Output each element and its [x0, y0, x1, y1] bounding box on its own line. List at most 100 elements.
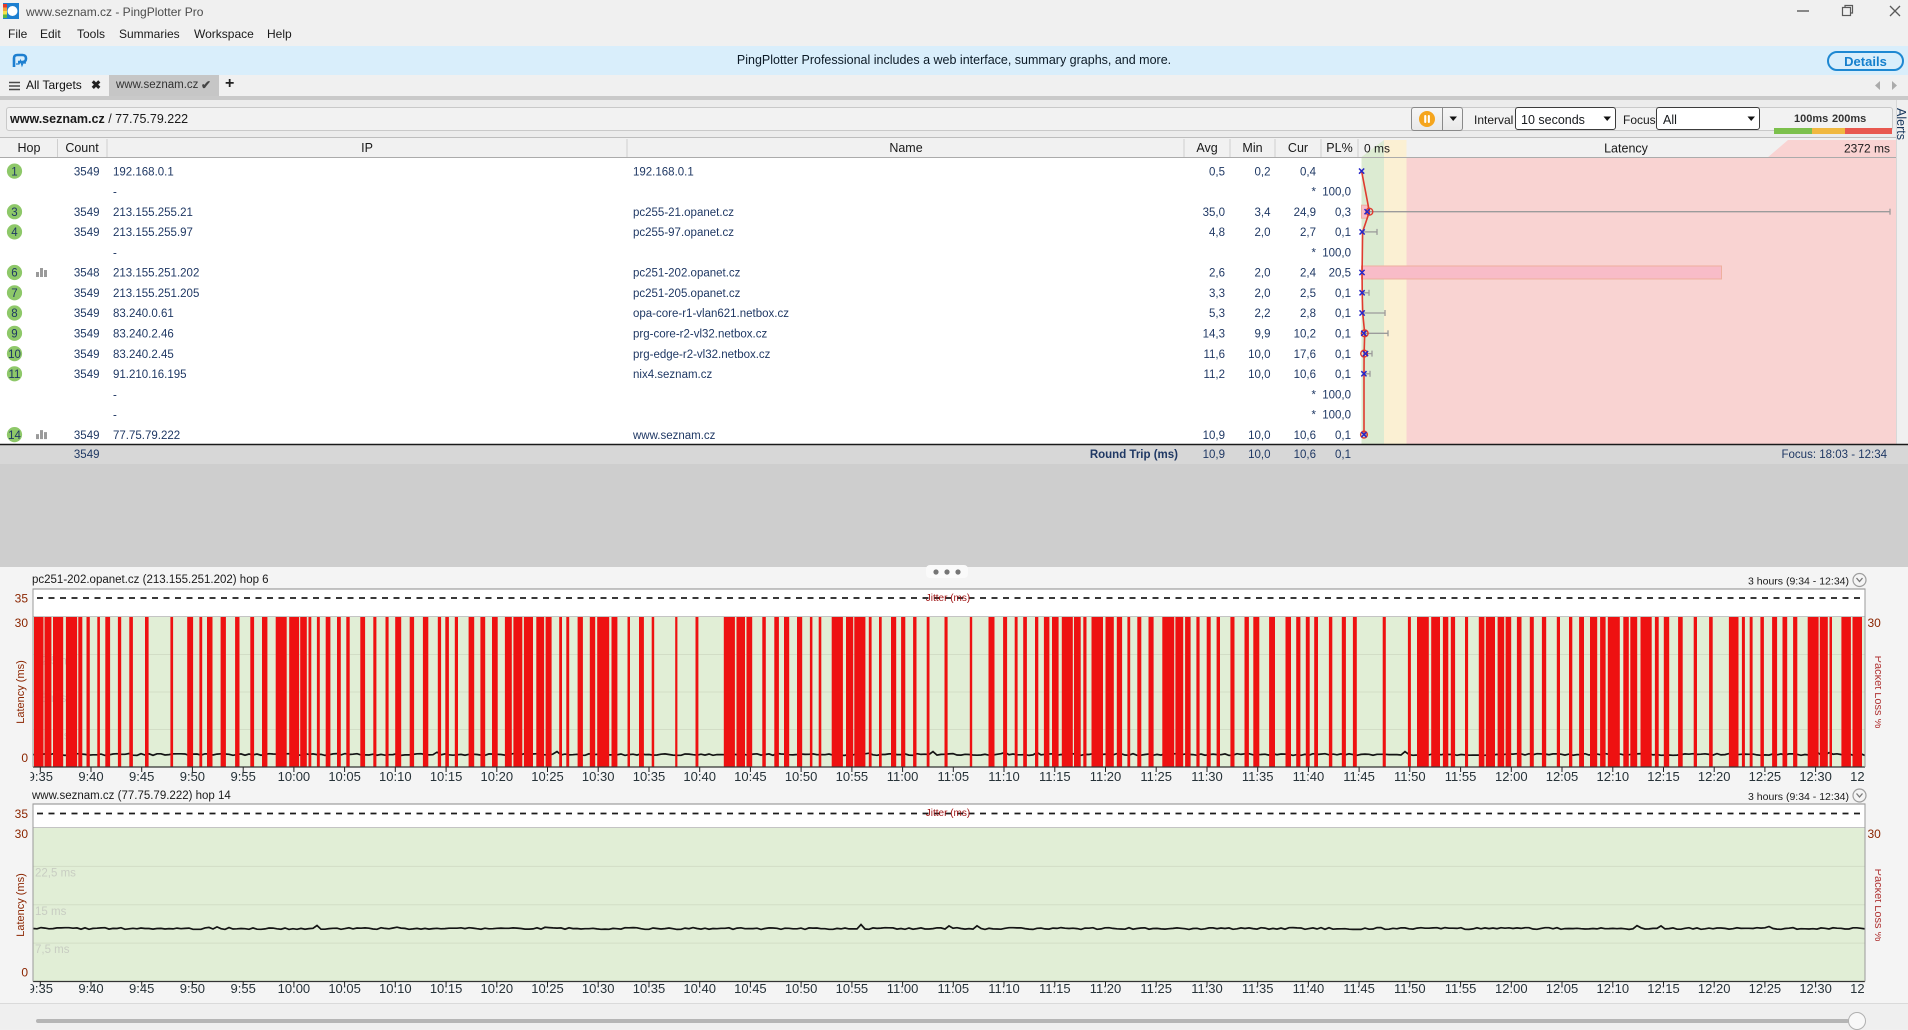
svg-text:pc251-205.opanet.cz: pc251-205.opanet.cz [633, 288, 741, 300]
svg-text:11:00: 11:00 [887, 769, 919, 784]
svg-text:2,2: 2,2 [1255, 308, 1271, 320]
svg-text:12:25: 12:25 [1749, 981, 1782, 996]
svg-text:11:50: 11:50 [1394, 769, 1426, 784]
svg-text:2,8: 2,8 [1300, 308, 1316, 320]
svg-text:3548: 3548 [74, 268, 100, 280]
svg-text:12:15: 12:15 [1647, 769, 1680, 784]
svg-text:11:40: 11:40 [1293, 769, 1325, 784]
svg-text:11,2: 11,2 [1203, 369, 1225, 381]
svg-text:0,1: 0,1 [1335, 308, 1351, 320]
svg-text:213.155.255.97: 213.155.255.97 [113, 227, 193, 239]
svg-text:3549: 3549 [74, 207, 100, 219]
svg-text:10,0: 10,0 [1248, 369, 1270, 381]
svg-text:prg-edge-r2-vl32.netbox.cz: prg-edge-r2-vl32.netbox.cz [633, 349, 771, 361]
svg-text:*: * [1312, 247, 1317, 259]
svg-text:192.168.0.1: 192.168.0.1 [113, 166, 174, 178]
svg-text:11:15: 11:15 [1039, 769, 1071, 784]
svg-text:83.240.2.46: 83.240.2.46 [113, 329, 174, 341]
svg-text:77.75.79.222: 77.75.79.222 [113, 430, 180, 442]
svg-text:11:40: 11:40 [1293, 981, 1325, 996]
svg-text:35: 35 [15, 592, 29, 606]
svg-text:11:55: 11:55 [1445, 769, 1477, 784]
svg-text:10:05: 10:05 [328, 769, 361, 784]
svg-text:2372 ms: 2372 ms [1844, 142, 1890, 156]
svg-text:11:05: 11:05 [938, 981, 970, 996]
svg-text:pc251-202.opanet.cz: pc251-202.opanet.cz [633, 268, 741, 280]
svg-text:9: 9 [11, 329, 17, 341]
svg-text:9:40: 9:40 [78, 769, 103, 784]
svg-text:15 ms: 15 ms [35, 906, 67, 918]
svg-text:11:25: 11:25 [1140, 769, 1172, 784]
svg-text:12:00: 12:00 [1495, 981, 1528, 996]
svg-text:0: 0 [21, 966, 28, 980]
svg-text:Min: Min [1242, 141, 1262, 155]
svg-text:3549: 3549 [74, 227, 100, 239]
svg-text:10,0: 10,0 [1248, 349, 1270, 361]
svg-text:11,6: 11,6 [1203, 349, 1225, 361]
svg-text:10:45: 10:45 [734, 981, 767, 996]
svg-text:PL%: PL% [1326, 141, 1352, 155]
svg-text:9:55: 9:55 [231, 981, 256, 996]
svg-text:-: - [113, 247, 117, 259]
svg-text:2,0: 2,0 [1255, 288, 1271, 300]
svg-text:10:40: 10:40 [683, 981, 716, 996]
svg-text:5,3: 5,3 [1209, 308, 1225, 320]
svg-text:3549: 3549 [74, 329, 100, 341]
svg-text:10:35: 10:35 [633, 769, 666, 784]
svg-text:10: 10 [8, 349, 21, 361]
svg-text:4,8: 4,8 [1209, 227, 1225, 239]
svg-text:pc251-202.opanet.cz (213.155.2: pc251-202.opanet.cz (213.155.251.202) ho… [32, 574, 269, 586]
svg-text:12:20: 12:20 [1698, 981, 1731, 996]
svg-text:pc255-21.opanet.cz: pc255-21.opanet.cz [633, 207, 734, 219]
svg-text:30: 30 [1868, 827, 1882, 841]
svg-text:2,0: 2,0 [1255, 268, 1271, 280]
svg-text:12:05: 12:05 [1546, 981, 1579, 996]
svg-text:Name: Name [889, 141, 922, 155]
svg-text:2,5: 2,5 [1300, 288, 1316, 300]
svg-text:11:35: 11:35 [1242, 981, 1274, 996]
svg-text:213.155.251.205: 213.155.251.205 [113, 288, 199, 300]
svg-text:www.seznam.cz (77.75.79.222) h: www.seznam.cz (77.75.79.222) hop 14 [31, 790, 231, 802]
svg-text:11:15: 11:15 [1039, 981, 1071, 996]
svg-text:nix4.seznam.cz: nix4.seznam.cz [633, 369, 713, 381]
svg-text:10,0: 10,0 [1248, 449, 1270, 461]
svg-text:3 hours (9:34 - 12:34): 3 hours (9:34 - 12:34) [1748, 576, 1849, 588]
svg-text:11:05: 11:05 [938, 769, 970, 784]
svg-text:0,1: 0,1 [1335, 369, 1351, 381]
svg-text:91.210.16.195: 91.210.16.195 [113, 369, 187, 381]
svg-text:10:55: 10:55 [836, 769, 869, 784]
svg-text:11:20: 11:20 [1090, 769, 1122, 784]
svg-text:IP: IP [361, 141, 373, 155]
svg-text:3549: 3549 [74, 166, 100, 178]
svg-text:30: 30 [15, 827, 29, 841]
svg-text:9:35: 9:35 [28, 981, 53, 996]
svg-text:10,6: 10,6 [1294, 369, 1316, 381]
svg-text:10,6: 10,6 [1294, 430, 1316, 442]
svg-text:*: * [1312, 410, 1317, 422]
svg-text:17,6: 17,6 [1294, 349, 1316, 361]
svg-text:14,3: 14,3 [1203, 329, 1225, 341]
svg-text:10,6: 10,6 [1294, 449, 1316, 461]
svg-text:www.seznam.cz: www.seznam.cz [632, 430, 716, 442]
svg-text:0,1: 0,1 [1335, 288, 1351, 300]
svg-text:-: - [113, 187, 117, 199]
svg-text:10:00: 10:00 [278, 769, 311, 784]
svg-text:10:50: 10:50 [785, 981, 818, 996]
svg-text:10,9: 10,9 [1203, 430, 1225, 442]
svg-text:0,1: 0,1 [1335, 449, 1351, 461]
svg-text:*: * [1312, 187, 1317, 199]
svg-text:10:25: 10:25 [531, 981, 564, 996]
svg-text:11:25: 11:25 [1140, 981, 1172, 996]
svg-text:9,9: 9,9 [1255, 329, 1271, 341]
svg-text:100,0: 100,0 [1322, 247, 1351, 259]
svg-text:12:30: 12:30 [1799, 769, 1832, 784]
svg-text:3,4: 3,4 [1255, 207, 1272, 219]
svg-text:Avg: Avg [1196, 141, 1217, 155]
svg-text:12:10: 12:10 [1597, 981, 1630, 996]
svg-text:2,0: 2,0 [1255, 227, 1271, 239]
svg-text:*: * [1312, 389, 1317, 401]
svg-text:Packet Loss %: Packet Loss % [1872, 869, 1881, 942]
svg-text:3549: 3549 [74, 449, 100, 461]
svg-text:Jitter (ms): Jitter (ms) [926, 593, 970, 604]
svg-text:3,3: 3,3 [1209, 288, 1225, 300]
